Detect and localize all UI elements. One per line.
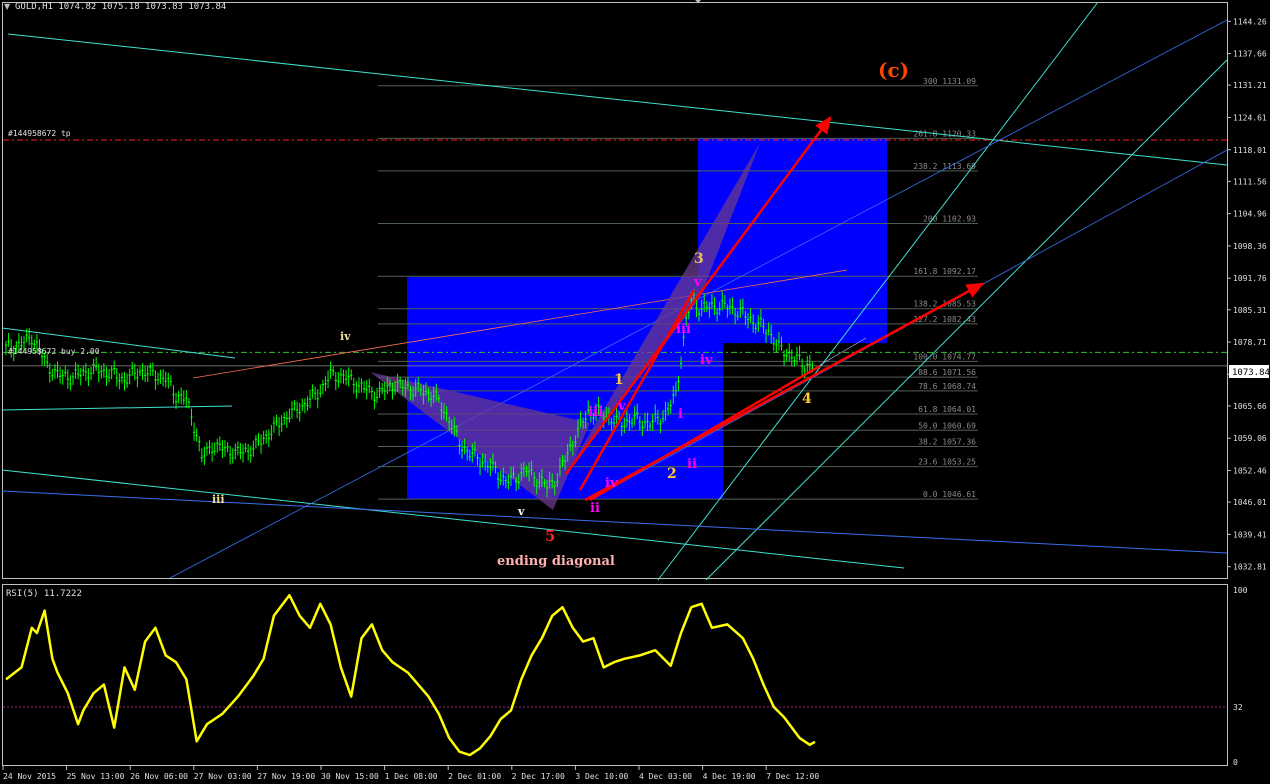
channel-line [1,405,233,411]
price-axis-label: 1052.46 [1233,467,1267,476]
current-price-label: 1073.84 [1232,368,1270,378]
blue-zone-gap [723,343,887,361]
rsi-axis-label: 0 [1233,758,1238,767]
rsi-title: RSI(5) 11.7222 [6,589,82,599]
time-axis-label: 26 Nov 06:00 [130,772,188,781]
wave-label: 4 [802,391,812,407]
price-axis-label: 1085.31 [1233,306,1267,315]
time-axis-label: 27 Nov 03:00 [194,772,252,781]
chart-title: GOLD,H1 1074.82 1075.18 1073.83 1073.84 [15,2,226,12]
price-axis-label: 1118.01 [1233,146,1267,155]
time-axis-label: 25 Nov 13:00 [67,772,125,781]
price-axis-label: 1032.81 [1233,563,1267,572]
wave-label: ii [590,501,600,516]
time-axis-label: 1 Dec 08:00 [385,772,438,781]
wave-label: iii [676,322,691,337]
time-axis: 24 Nov 2015 25 Nov 13:00 26 Nov 06:00 27 No… [2,766,819,781]
fib-level-label: 100.0 1074.77 [913,352,976,361]
fib-level-label: 50.0 1060.69 [918,421,976,430]
fib-level-label: 238.2 1113.69 [913,162,976,171]
price-axis-label: 1137.66 [1233,50,1267,59]
channel-line [7,33,1228,166]
wave-label: iv [605,476,618,491]
wave-label: iv [340,330,351,343]
wave-label: 3 [694,251,704,267]
wave-label: i [678,407,683,422]
rsi-axis-label: 32 [1233,703,1243,712]
price-axis-label: 1046.01 [1233,498,1267,507]
wave-label: v [517,505,525,518]
wave-label: v [693,275,702,290]
rsi-axis-label: 100 [1233,586,1248,595]
wave-label: v [617,399,626,414]
wave-label: 2 [667,466,677,482]
channel-line [1,490,1228,554]
fib-level-label: 88.6 1071.56 [918,368,976,377]
time-axis-label: 4 Dec 03:00 [639,772,692,781]
price-axis-label: 1078.71 [1233,338,1267,347]
fib-level-label: 161.8 1092.17 [913,267,976,276]
buy-label[interactable]: #144958672 buy 2.00 [8,347,100,356]
wave-label: iii [588,405,603,420]
fib-level-label: 300 1131.09 [923,77,976,86]
time-axis-label: 2 Dec 17:00 [512,772,565,781]
rsi-panel-frame [2,584,1228,766]
time-axis-label: 2 Dec 01:00 [448,772,501,781]
wave-label: iii [212,493,225,506]
wave-label: ii [687,457,697,472]
wave-label: ending diagonal [497,554,615,569]
fib-level-label: 23.6 1053.25 [918,458,976,467]
wave-label: iv [700,353,713,368]
price-axis-label: 1144.26 [1233,17,1267,26]
rsi-line [5,593,816,757]
dropdown-triangle-icon[interactable]: ▼ [4,2,11,11]
price-axis-label: 1111.56 [1233,177,1267,186]
price-axis-label: 1124.61 [1233,113,1267,122]
price-axis-label: 1059.06 [1233,434,1267,443]
chart-window[interactable]: 300 1131.09 261.8 1120.33 238.2 1113.69 200… [0,0,1270,784]
price-axis: 1144.26 1137.66 1131.21 1124.61 1118.01 1111.… [1227,17,1267,767]
price-axis-label: 1065.66 [1233,402,1267,411]
price-axis-label: 1091.76 [1233,274,1267,283]
price-axis-label: 1131.21 [1233,81,1267,90]
time-axis-label: 4 Dec 19:00 [703,772,756,781]
time-axis-label: 27 Nov 19:00 [257,772,315,781]
time-axis-label: 3 Dec 10:00 [575,772,628,781]
fib-level-label: 61.8 1064.01 [918,405,976,414]
rsi-series [3,593,1227,757]
price-axis-label: 1104.96 [1233,210,1267,219]
time-axis-label: 7 Dec 12:00 [766,772,819,781]
wave-label: 1 [614,372,624,388]
scroll-marker-icon[interactable]: ◆ [695,0,702,4]
price-axis-label: 1098.36 [1233,242,1267,251]
fib-level-label: 38.2 1057.36 [918,438,976,447]
tp-label[interactable]: #144958672 tp [8,129,71,138]
time-axis-label: 30 Nov 15:00 [321,772,379,781]
wave-label: 5 [545,527,555,545]
fib-level-label: 78.6 1068.74 [918,382,976,391]
price-axis-label: 1039.41 [1233,530,1267,539]
time-axis-label: 24 Nov 2015 [3,772,56,781]
wave-label: (c) [878,58,909,82]
fib-level-label: 0.0 1046.61 [923,490,976,499]
chart-canvas[interactable]: 300 1131.09261.8 1120.33238.2 1113.69200… [0,0,1270,784]
